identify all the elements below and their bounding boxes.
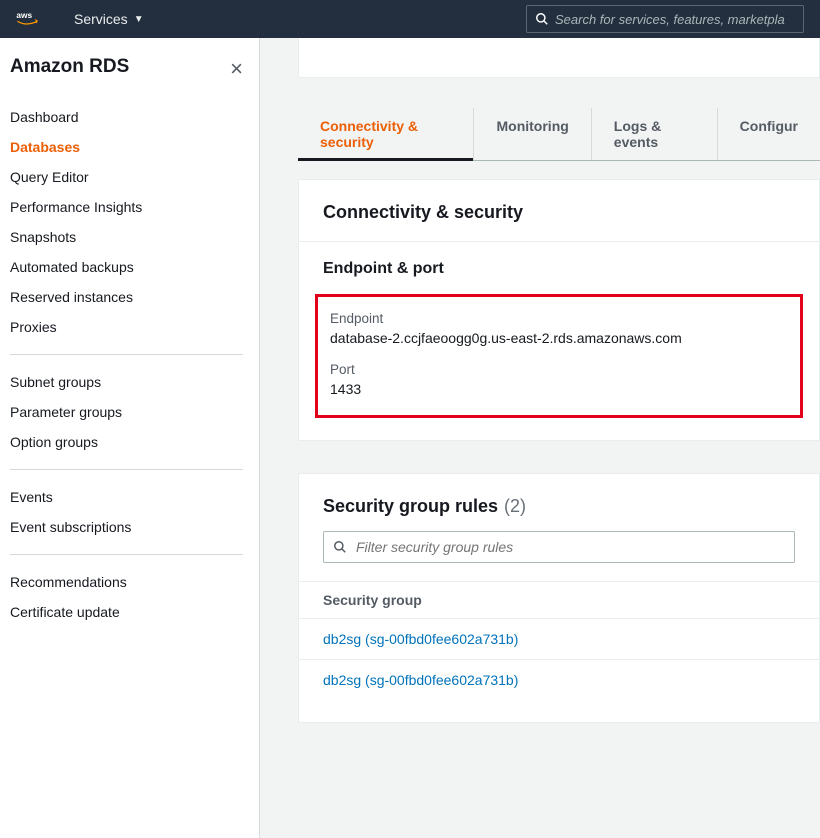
port-label: Port [330, 362, 788, 377]
sidebar-title: Amazon RDS [10, 56, 243, 78]
table-row: db2sg (sg-00fbd0fee602a731b) [299, 660, 819, 700]
security-group-link[interactable]: db2sg (sg-00fbd0fee602a731b) [323, 672, 518, 688]
sidebar-item-option-groups[interactable]: Option groups [10, 427, 243, 457]
sidebar-item-events[interactable]: Events [10, 482, 243, 512]
sidebar: Amazon RDS × Dashboard Databases Query E… [0, 38, 260, 838]
sidebar-item-proxies[interactable]: Proxies [10, 312, 243, 342]
sidebar-item-subnet-groups[interactable]: Subnet groups [10, 367, 243, 397]
security-groups-title: Security group rules [323, 496, 498, 517]
services-label: Services [74, 11, 128, 27]
sidebar-item-certificate-update[interactable]: Certificate update [10, 597, 243, 627]
divider [10, 354, 243, 355]
sidebar-item-event-subscriptions[interactable]: Event subscriptions [10, 512, 243, 542]
divider [10, 469, 243, 470]
tab-connectivity[interactable]: Connectivity & security [298, 108, 473, 160]
endpoint-value: database-2.ccjfaeoogg0g.us-east-2.rds.am… [330, 330, 788, 346]
sidebar-item-performance-insights[interactable]: Performance Insights [10, 192, 243, 222]
sidebar-item-dashboard[interactable]: Dashboard [10, 102, 243, 132]
services-menu[interactable]: Services ▼ [74, 11, 144, 27]
search-input[interactable] [555, 12, 795, 27]
tab-configuration[interactable]: Configur [717, 108, 820, 160]
top-nav: aws Services ▼ [0, 0, 820, 38]
connectivity-panel: Connectivity & security Endpoint & port … [298, 179, 820, 441]
security-group-link[interactable]: db2sg (sg-00fbd0fee602a731b) [323, 631, 518, 647]
caret-down-icon: ▼ [134, 14, 144, 25]
sidebar-item-query-editor[interactable]: Query Editor [10, 162, 243, 192]
close-icon[interactable]: × [230, 58, 243, 80]
search-box[interactable] [526, 5, 804, 33]
svg-text:aws: aws [16, 10, 32, 20]
port-value: 1433 [330, 381, 788, 397]
sidebar-item-recommendations[interactable]: Recommendations [10, 567, 243, 597]
search-icon [333, 540, 347, 554]
tabs-bar: Connectivity & security Monitoring Logs … [298, 108, 820, 161]
sidebar-item-reserved-instances[interactable]: Reserved instances [10, 282, 243, 312]
security-groups-count: (2) [504, 496, 526, 517]
sidebar-item-automated-backups[interactable]: Automated backups [10, 252, 243, 282]
tab-logs-events[interactable]: Logs & events [591, 108, 717, 160]
endpoint-highlight-box: Endpoint database-2.ccjfaeoogg0g.us-east… [315, 294, 803, 418]
endpoint-section-title: Endpoint & port [299, 241, 819, 288]
security-groups-panel: Security group rules (2) Security group … [298, 473, 820, 723]
card-stub [298, 38, 820, 78]
tab-monitoring[interactable]: Monitoring [473, 108, 590, 160]
divider [10, 554, 243, 555]
sidebar-item-databases[interactable]: Databases [10, 132, 243, 162]
main-content: Connectivity & security Monitoring Logs … [260, 38, 820, 838]
table-row: db2sg (sg-00fbd0fee602a731b) [299, 619, 819, 660]
connectivity-title: Connectivity & security [299, 202, 819, 241]
filter-input[interactable] [323, 531, 795, 563]
sidebar-item-snapshots[interactable]: Snapshots [10, 222, 243, 252]
security-group-column-header: Security group [299, 581, 819, 619]
sidebar-item-parameter-groups[interactable]: Parameter groups [10, 397, 243, 427]
search-icon [535, 12, 549, 26]
endpoint-label: Endpoint [330, 311, 788, 326]
aws-logo: aws [16, 9, 50, 29]
